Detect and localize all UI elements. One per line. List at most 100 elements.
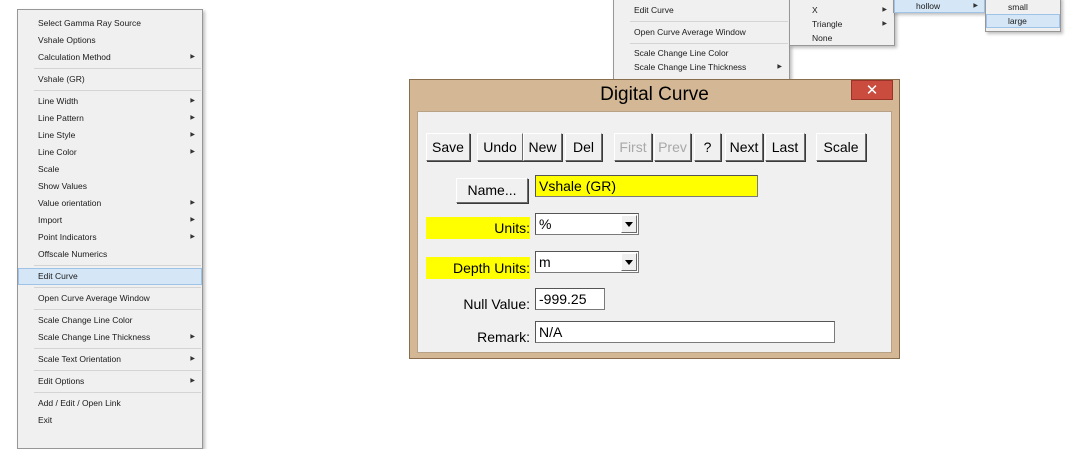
menu-item-scale-change-line-thickness[interactable]: Scale Change Line Thickness ▶ xyxy=(614,60,789,74)
menu-item-label: Vshale (GR) xyxy=(38,74,85,84)
menu-item-label: Show Values xyxy=(38,181,87,191)
menu-item-scale-change-line-thickness[interactable]: Scale Change Line Thickness ▶ xyxy=(18,329,202,346)
menu-divider xyxy=(34,348,201,349)
menu-item-label: None xyxy=(812,33,833,43)
prev-button[interactable]: Prev xyxy=(654,133,691,161)
menu-item-calculation-method[interactable]: Calculation Method ▶ xyxy=(18,49,202,66)
menu-divider xyxy=(34,90,201,91)
menu-item-x[interactable]: X ▶ xyxy=(790,3,894,17)
menu-item-label: Value orientation xyxy=(38,198,102,208)
menu-item-none[interactable]: None xyxy=(790,31,894,45)
menu-item-label: Import xyxy=(38,215,63,225)
menu-item-point-indicators[interactable]: Point Indicators ▶ xyxy=(18,229,202,246)
menu-item-hollow[interactable]: hollow ▶ xyxy=(894,0,985,13)
menu-item-show-values[interactable]: Show Values xyxy=(18,178,202,195)
menu-divider xyxy=(34,309,201,310)
units-select[interactable]: % xyxy=(535,213,639,235)
next-button[interactable]: Next xyxy=(725,133,763,161)
menu-item-offscale-numerics[interactable]: Offscale Numerics xyxy=(18,246,202,263)
menu-divider xyxy=(34,392,201,393)
menu-divider xyxy=(34,287,201,288)
menu-item-scale-text-orientation[interactable]: Scale Text Orientation ▶ xyxy=(18,351,202,368)
curve-name-input[interactable]: Vshale (GR) xyxy=(535,175,758,197)
submenu-arrow-icon: ▶ xyxy=(190,217,195,223)
menu-item-small[interactable]: small xyxy=(986,0,1060,14)
close-icon[interactable]: ✕ xyxy=(851,80,893,100)
name-button[interactable]: Name... xyxy=(456,178,528,203)
menu-item-triangle[interactable]: Triangle ▶ xyxy=(790,17,894,31)
submenu-arrow-icon: ▶ xyxy=(973,3,978,9)
menu-divider xyxy=(34,265,201,266)
menu-item-scale-change-line-color[interactable]: Scale Change Line Color xyxy=(18,312,202,329)
menu-item-select-gamma-ray-source[interactable]: Select Gamma Ray Source xyxy=(18,15,202,32)
menu-item-vshale-gr[interactable]: Vshale (GR) xyxy=(18,71,202,88)
menu-item-large[interactable]: large xyxy=(986,14,1060,28)
menu-item-scale[interactable]: Scale xyxy=(18,161,202,178)
menu-item-label: Open Curve Average Window xyxy=(38,293,150,303)
submenu-arrow-icon: ▶ xyxy=(190,98,195,104)
submenu-arrow-icon: ▶ xyxy=(190,234,195,240)
menu-item-line-width[interactable]: Line Width ▶ xyxy=(18,93,202,110)
menu-item-label: Line Style xyxy=(38,130,76,140)
menu-divider xyxy=(630,43,788,44)
submenu-arrow-icon: ▶ xyxy=(190,149,195,155)
menu-item-label: Edit Curve xyxy=(38,271,78,281)
new-button[interactable]: New xyxy=(523,133,562,161)
submenu-arrow-icon: ▶ xyxy=(190,334,195,340)
menu-item-label: Line Width xyxy=(38,96,79,106)
depth-units-select-value: m xyxy=(539,254,551,270)
menu-item-scale-change-line-color[interactable]: Scale Change Line Color xyxy=(614,46,789,60)
menu-item-line-pattern[interactable]: Line Pattern ▶ xyxy=(18,110,202,127)
menu-item-open-curve-average-window[interactable]: Open Curve Average Window xyxy=(18,290,202,307)
dialog-titlebar[interactable]: Digital Curve ✕ xyxy=(410,80,899,112)
point-shape-submenu: X ▶ Triangle ▶ None xyxy=(789,0,895,46)
menu-item-label: Point Indicators xyxy=(38,232,97,242)
submenu-arrow-icon: ▶ xyxy=(190,378,195,384)
submenu-arrow-icon: ▶ xyxy=(190,200,195,206)
chevron-down-icon[interactable] xyxy=(621,253,637,271)
menu-item-import[interactable]: Import ▶ xyxy=(18,212,202,229)
depth-units-select[interactable]: m xyxy=(535,251,639,273)
menu-item-open-curve-average-window[interactable]: Open Curve Average Window xyxy=(614,24,789,41)
menu-item-label: Select Gamma Ray Source xyxy=(38,18,141,28)
menu-item-label: Scale Change Line Thickness xyxy=(634,62,747,72)
menu-item-label: X xyxy=(812,5,818,15)
context-menu: Select Gamma Ray Source Vshale Options C… xyxy=(17,9,203,449)
dialog-body: Save Undo New Del First Prev ? Next Last… xyxy=(417,111,892,353)
save-button[interactable]: Save xyxy=(426,133,470,161)
null-value-label: Null Value: xyxy=(463,296,530,312)
menu-item-label: Scale Change Line Color xyxy=(38,315,133,325)
scale-button[interactable]: Scale xyxy=(816,133,866,161)
menu-item-edit-options[interactable]: Edit Options ▶ xyxy=(18,373,202,390)
first-button[interactable]: First xyxy=(614,133,652,161)
units-select-value: % xyxy=(539,216,552,232)
last-button[interactable]: Last xyxy=(765,133,805,161)
menu-item-label: Calculation Method xyxy=(38,52,111,62)
menu-item-label: Line Color xyxy=(38,147,77,157)
null-value-input[interactable]: -999.25 xyxy=(535,288,605,310)
depth-units-label: Depth Units: xyxy=(426,257,530,279)
menu-item-label: Edit Options xyxy=(38,376,85,386)
chevron-down-icon[interactable] xyxy=(621,215,637,233)
menu-item-line-style[interactable]: Line Style ▶ xyxy=(18,127,202,144)
dialog-title: Digital Curve xyxy=(600,84,709,105)
menu-item-label: Exit xyxy=(38,415,53,425)
menu-item-exit[interactable]: Exit xyxy=(18,412,202,429)
submenu-arrow-icon: ▶ xyxy=(882,7,887,13)
undo-button[interactable]: Undo xyxy=(477,133,523,161)
point-style-submenu: hollow ▶ xyxy=(893,0,986,13)
menu-item-label: Vshale Options xyxy=(38,35,96,45)
menu-item-add-edit-open-link[interactable]: Add / Edit / Open Link xyxy=(18,395,202,412)
menu-item-edit-curve[interactable]: Edit Curve xyxy=(614,2,789,19)
menu-item-value-orientation[interactable]: Value orientation ▶ xyxy=(18,195,202,212)
menu-item-line-color[interactable]: Line Color ▶ xyxy=(18,144,202,161)
menu-item-edit-curve[interactable]: Edit Curve xyxy=(18,268,202,285)
help-button[interactable]: ? xyxy=(694,133,721,161)
remark-input[interactable]: N/A xyxy=(535,321,835,343)
submenu-arrow-icon: ▶ xyxy=(190,54,195,60)
submenu-arrow-icon: ▶ xyxy=(190,115,195,121)
submenu-arrow-icon: ▶ xyxy=(777,64,782,70)
menu-item-vshale-options[interactable]: Vshale Options xyxy=(18,32,202,49)
delete-button[interactable]: Del xyxy=(565,133,602,161)
menu-divider xyxy=(34,68,201,69)
